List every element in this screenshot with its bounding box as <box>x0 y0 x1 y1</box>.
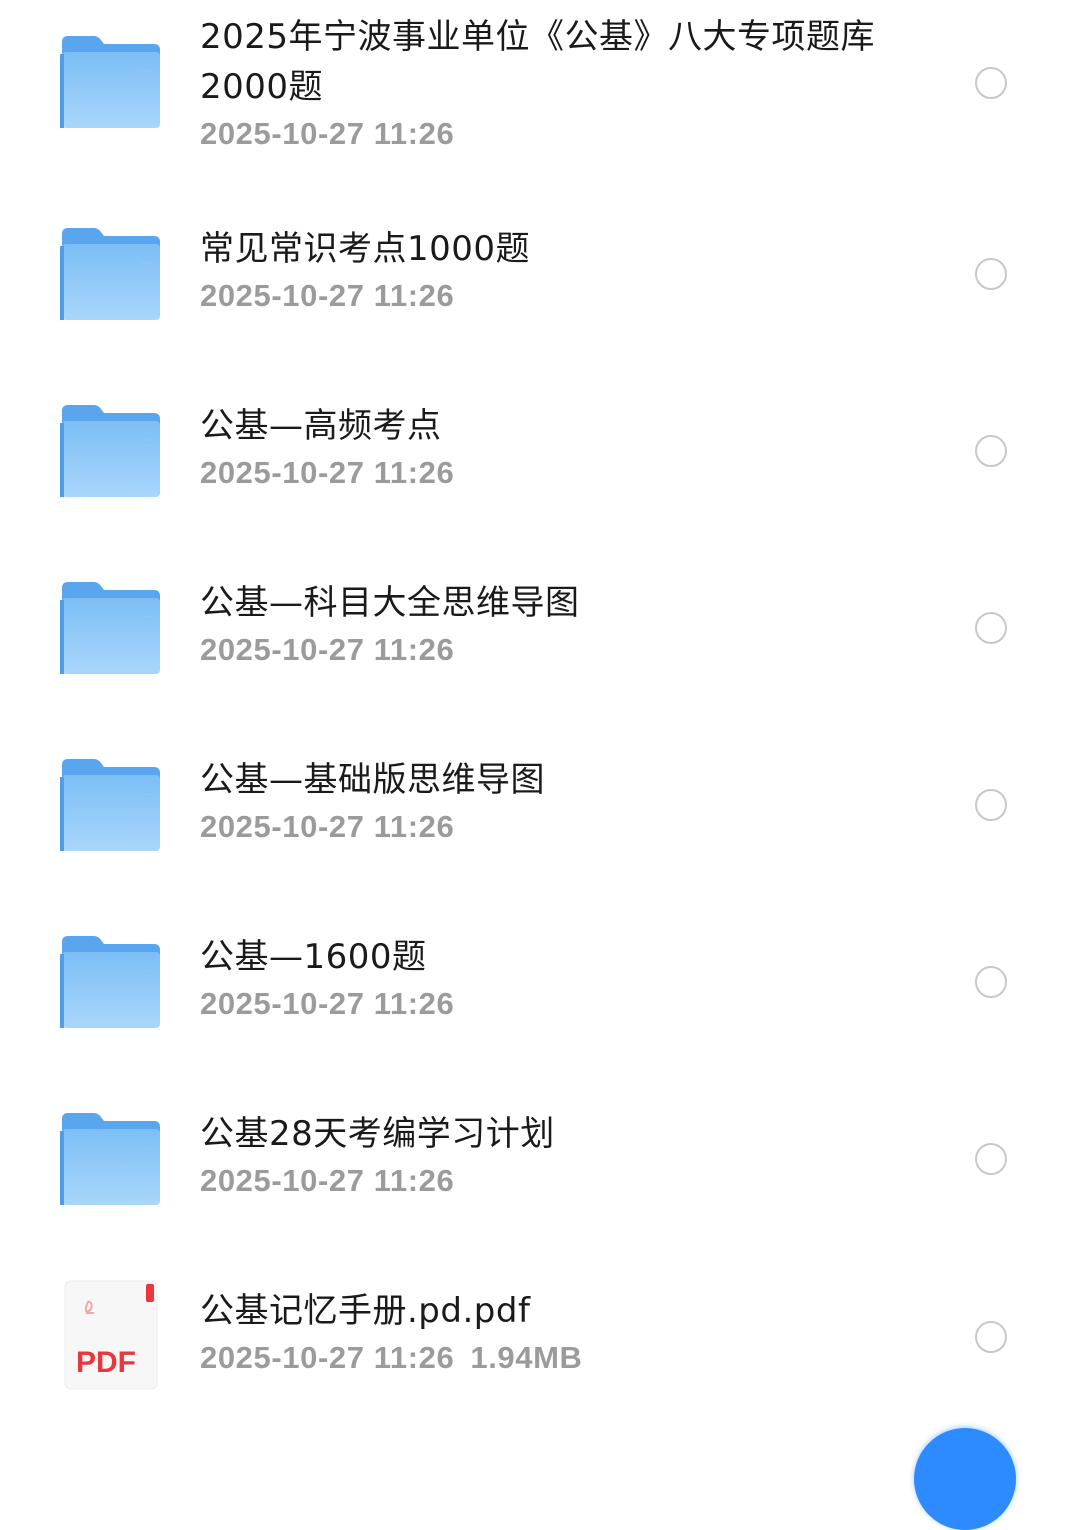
folder-icon <box>60 228 162 322</box>
select-radio[interactable] <box>975 966 1007 998</box>
file-name: 公基—1600题 <box>200 937 427 977</box>
file-meta: 2025-10-27 11:26 <box>200 984 920 1024</box>
file-name: 公基28天考编学习计划 <box>200 1114 555 1154</box>
floating-action-button[interactable] <box>914 1428 1016 1530</box>
folder-icon <box>60 936 162 1030</box>
file-meta: 2025-10-27 11:26 <box>200 114 920 154</box>
folder-icon <box>60 405 162 499</box>
select-radio[interactable] <box>975 67 1007 99</box>
pdf-file-icon: PDF <box>64 1280 160 1392</box>
file-meta: 2025-10-27 11:26 <box>200 807 920 847</box>
file-modified-date: 2025-10-27 11:26 <box>200 809 455 844</box>
file-name: 常见常识考点1000题 <box>200 229 531 269</box>
folder-icon <box>60 1113 162 1207</box>
select-radio[interactable] <box>975 789 1007 821</box>
select-radio[interactable] <box>975 1143 1007 1175</box>
file-modified-date: 2025-10-27 11:26 <box>200 632 455 667</box>
select-radio[interactable] <box>975 1321 1007 1353</box>
select-radio[interactable] <box>975 612 1007 644</box>
file-name: 公基—科目大全思维导图 <box>200 583 580 623</box>
folder-icon <box>60 36 162 130</box>
file-modified-date: 2025-10-27 11:26 <box>200 986 455 1021</box>
file-meta: 2025-10-27 11:26 <box>200 276 920 316</box>
file-modified-date: 2025-10-27 11:26 <box>200 278 455 313</box>
file-modified-date: 2025-10-27 11:26 <box>200 455 455 490</box>
folder-icon <box>60 582 162 676</box>
file-modified-date: 2025-10-27 11:26 <box>200 116 455 151</box>
select-radio[interactable] <box>975 435 1007 467</box>
file-list: 2025年宁波事业单位《公基》八大专项题库2000题 2025-10-27 11… <box>0 0 1080 1440</box>
file-meta: 2025-10-27 11:26 <box>200 1161 920 1201</box>
file-modified-date: 2025-10-27 11:26 <box>200 1163 455 1198</box>
folder-icon <box>60 759 162 853</box>
file-meta: 2025-10-27 11:26 <box>200 453 920 493</box>
file-meta: 2025-10-27 11:26 <box>200 630 920 670</box>
file-meta: 2025-10-27 11:26 1.94MB <box>200 1338 920 1378</box>
file-name: 公基—基础版思维导图 <box>200 760 545 800</box>
file-modified-date: 2025-10-27 11:26 <box>200 1340 455 1375</box>
pdf-icon-label: PDF <box>76 1346 136 1379</box>
file-name: 公基—高频考点 <box>200 406 442 446</box>
file-name: 公基记忆手册.pd.pdf <box>200 1291 531 1331</box>
file-name: 2025年宁波事业单位《公基》八大专项题库2000题 <box>200 17 876 107</box>
select-radio[interactable] <box>975 258 1007 290</box>
file-size: 1.94MB <box>470 1340 583 1375</box>
